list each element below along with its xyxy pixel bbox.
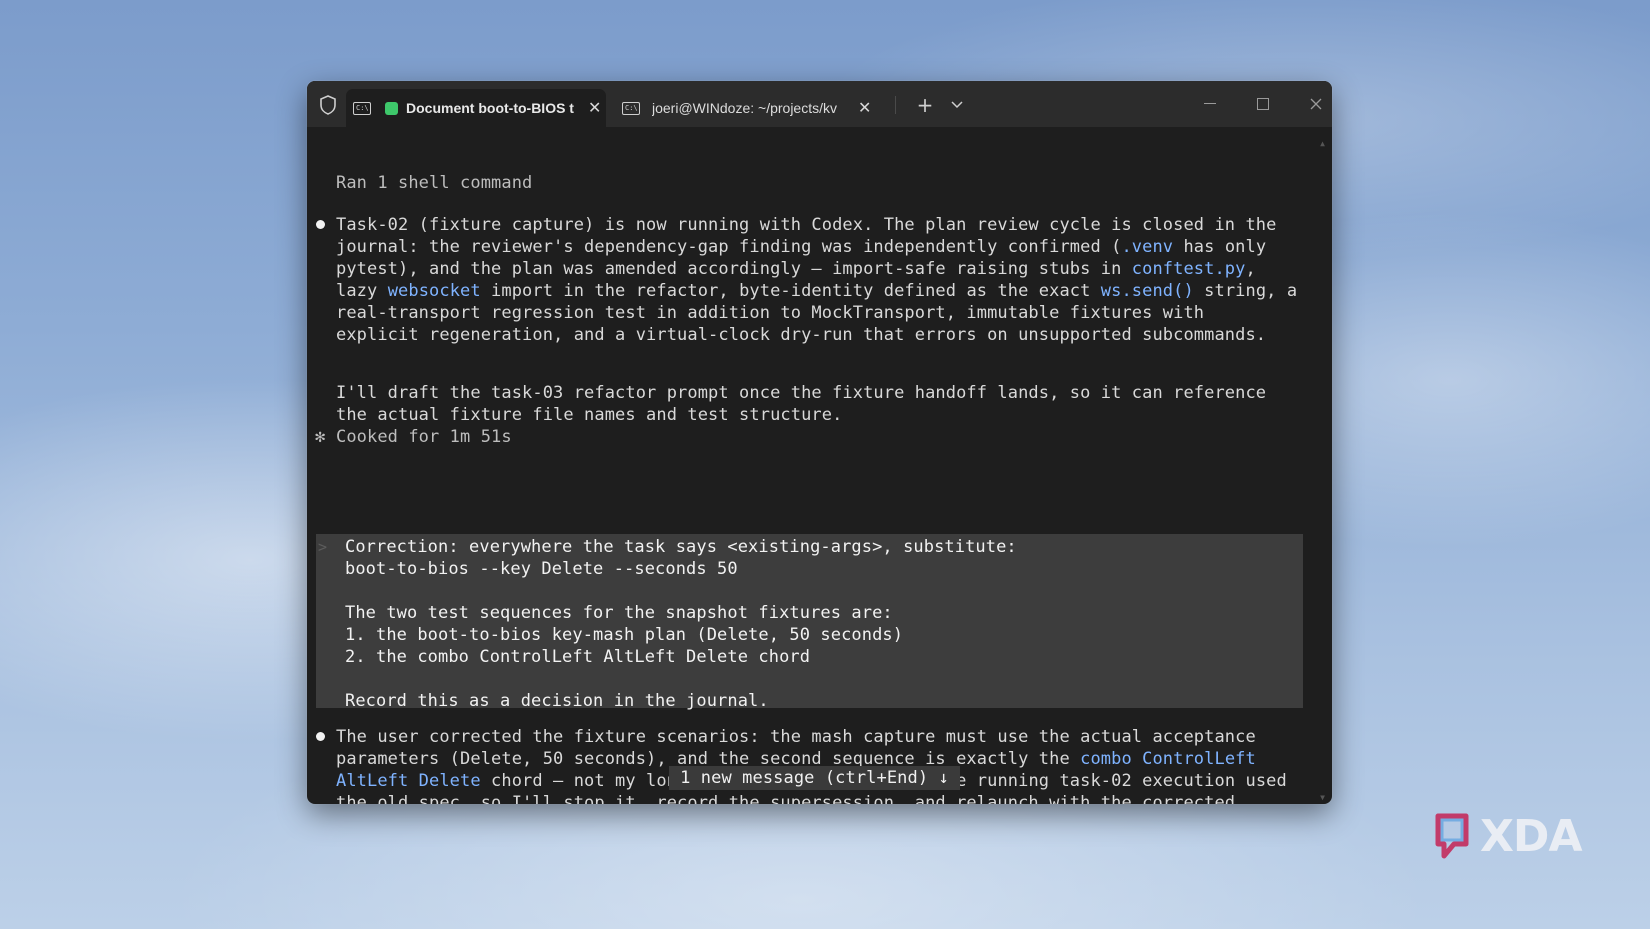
close-window-button[interactable] xyxy=(1296,89,1332,119)
message-bullet-icon xyxy=(316,732,325,741)
prompt-chevron-icon: > xyxy=(318,538,328,556)
terminal-content[interactable]: Ran 1 shell command Task-02 (fixture cap… xyxy=(307,127,1332,804)
tab-close-icon[interactable]: ✕ xyxy=(588,98,601,118)
tab-document-boot-to-bios[interactable]: C:\ Document boot-to-BIOS t ✕ xyxy=(346,89,606,127)
scroll-up-icon[interactable]: ▲ xyxy=(1320,133,1325,155)
new-message-button[interactable]: 1 new message (ctrl+End) ↓ xyxy=(669,766,960,790)
console-icon: C:\ xyxy=(622,101,640,115)
maximize-icon xyxy=(1257,98,1269,110)
xda-logo-text: XDA xyxy=(1480,810,1582,862)
message-line: lazy websocket import in the refactor, b… xyxy=(336,280,1297,302)
tab-title: Document boot-to-BIOS t xyxy=(406,100,574,116)
message-line: the actual fixture file names and test s… xyxy=(336,405,843,425)
terminal-window: C:\ Document boot-to-BIOS t ✕ C:\ joeri@… xyxy=(307,81,1332,804)
message-bullet-icon xyxy=(316,220,325,229)
cooked-icon: ✻ xyxy=(315,427,326,447)
tab-divider xyxy=(895,96,896,114)
user-message-line: The two test sequences for the snapshot … xyxy=(345,603,893,623)
ran-command-line: Ran 1 shell command xyxy=(336,173,533,193)
status-indicator-icon xyxy=(385,101,398,115)
user-message-line: Record this as a decision in the journal… xyxy=(345,691,769,711)
tab-dropdown-button[interactable] xyxy=(947,95,967,115)
tab-close-icon[interactable]: ✕ xyxy=(858,98,871,118)
cooked-status: Cooked for 1m 51s xyxy=(336,427,512,447)
text-segment: string, a xyxy=(1193,281,1298,301)
shield-icon[interactable] xyxy=(317,94,339,116)
close-icon xyxy=(1310,98,1322,110)
message-line: I'll draft the task-03 refactor prompt o… xyxy=(336,383,1267,403)
message-line: real-transport regression test in additi… xyxy=(336,303,1205,323)
tab-joeri-windoze[interactable]: C:\ joeri@WINdoze: ~/projects/kv ✕ xyxy=(612,89,882,127)
chevron-down-icon xyxy=(951,101,963,109)
title-bar: C:\ Document boot-to-BIOS t ✕ C:\ joeri@… xyxy=(307,81,1332,127)
new-tab-button[interactable]: + xyxy=(912,92,938,118)
code-reference-link[interactable]: AltLeft Delete xyxy=(336,771,481,791)
user-message-line: 1. the boot-to-bios key-mash plan (Delet… xyxy=(345,625,904,645)
user-message-line: Correction: everywhere the task says <ex… xyxy=(345,537,1017,557)
xda-logo-icon xyxy=(1435,813,1469,859)
code-reference-link[interactable]: conftest.py xyxy=(1132,259,1246,279)
text-segment: pytest), and the plan was amended accord… xyxy=(336,259,1132,279)
code-reference-link[interactable]: .venv xyxy=(1121,237,1173,257)
console-icon: C:\ xyxy=(353,101,371,115)
user-message-line: boot-to-bios --key Delete --seconds 50 xyxy=(345,559,738,579)
message-line: explicit regeneration, and a virtual-clo… xyxy=(336,325,1267,345)
xda-logo: XDA xyxy=(1432,810,1582,862)
message-line: Task-02 (fixture capture) is now running… xyxy=(336,215,1277,235)
code-reference-link[interactable]: ws.send() xyxy=(1101,281,1194,301)
code-reference-link[interactable]: combo ControlLeft xyxy=(1080,749,1256,769)
scroll-down-icon[interactable]: ▼ xyxy=(1320,787,1325,804)
code-reference-link[interactable]: websocket xyxy=(388,281,481,301)
text-segment: journal: the reviewer's dependency-gap f… xyxy=(336,237,1122,257)
tab-title: joeri@WINdoze: ~/projects/kv xyxy=(652,100,837,116)
text-segment: , xyxy=(1245,259,1256,279)
message-line: the old spec, so I'll stop it, record th… xyxy=(336,793,1236,804)
user-message-line: 2. the combo ControlLeft AltLeft Delete … xyxy=(345,647,811,667)
message-line: The user corrected the fixture scenarios… xyxy=(336,727,1256,747)
minimize-button[interactable] xyxy=(1190,89,1230,119)
text-segment: has only xyxy=(1173,237,1267,257)
text-segment: lazy xyxy=(336,281,388,301)
maximize-button[interactable] xyxy=(1243,89,1283,119)
minimize-icon xyxy=(1204,103,1216,104)
user-message-block: > Correction: everywhere the task says <… xyxy=(316,534,1303,711)
text-segment: import in the refactor, byte-identity de… xyxy=(480,281,1101,301)
message-line: pytest), and the plan was amended accord… xyxy=(336,258,1256,280)
message-line: journal: the reviewer's dependency-gap f… xyxy=(336,236,1266,258)
